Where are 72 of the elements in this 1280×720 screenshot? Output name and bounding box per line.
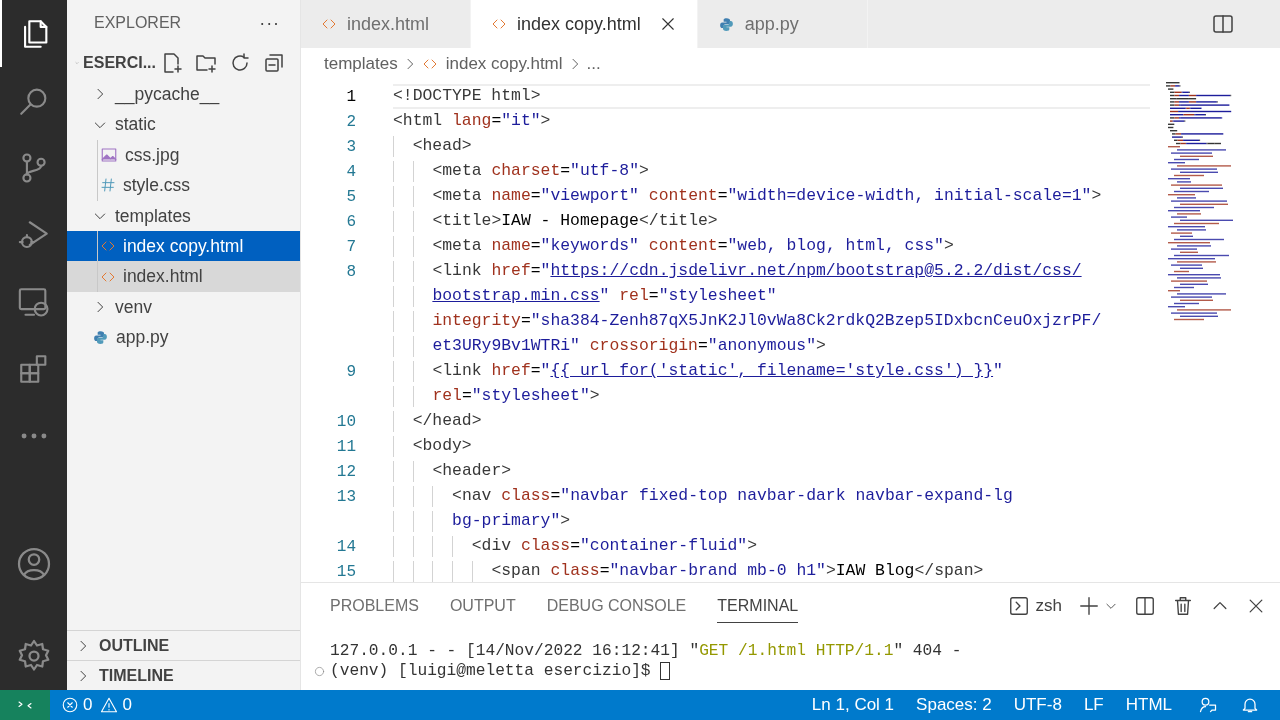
status-item[interactable]: HTML [1125, 692, 1172, 718]
line-number: 15 [335, 561, 356, 582]
line-number: 4 [345, 161, 356, 183]
line-number: 2 [345, 111, 356, 133]
code-line: bootstrap.min.css" rel="stylesheet" [432, 285, 777, 308]
image-icon [100, 145, 118, 164]
hash-icon [100, 177, 116, 194]
line-number: 8 [345, 261, 356, 283]
folder-header[interactable]: ESERCI... [83, 50, 156, 75]
code-line: <head> [412, 135, 472, 158]
line-number: 9 [345, 361, 356, 383]
problems-status[interactable]: 0 0 [59, 692, 134, 718]
code-line: et3URy9Bv1WTRi" crossorigin="anonymous"> [432, 335, 826, 358]
code-line: <link href="{{ url_for('static', filename='style.css') }}" [432, 360, 1003, 383]
code-line: integrity="sha384-Zenh87qX5JnK2Jl0vWa8Ck2rdkQ2Bzep5IDxbcnCeuOxjzrPF/ [432, 310, 1102, 333]
line-number: 14 [335, 536, 356, 558]
line-number: 11 [335, 436, 356, 458]
line-number: 1 [345, 86, 356, 108]
code-line: <span class="navbar-brand mb-0 h1">IAW Blog</span> [491, 560, 984, 582]
editor-tab[interactable]: index copy.html [471, 0, 698, 48]
terminal-selector[interactable]: zsh [1007, 593, 1062, 619]
panel-tab[interactable]: DEBUG CONSOLE [546, 589, 687, 623]
error-icon [61, 696, 79, 714]
status-item[interactable]: Ln 1, Col 1 [811, 692, 895, 718]
status-item[interactable]: LF [1083, 692, 1104, 718]
terminal-cursor [660, 662, 671, 680]
code-line: rel="stylesheet"> [432, 385, 600, 408]
status-item[interactable]: UTF-8 [1013, 692, 1062, 718]
sidebar-title: EXPLORER [94, 13, 182, 33]
code-line: bg-primary"> [452, 510, 571, 533]
line-number: 10 [335, 411, 356, 433]
account-icon[interactable] [15, 546, 52, 582]
panel-tab[interactable]: PROBLEMS [330, 589, 419, 623]
line-number: 6 [345, 211, 356, 233]
code-line: <title>IAW - Homepage</title> [432, 210, 718, 233]
code-line: </head> [412, 410, 482, 433]
python-icon [92, 328, 109, 346]
python-icon [717, 15, 735, 33]
plus-icon[interactable] [1078, 595, 1100, 617]
breadcrumb-item[interactable]: index copy.html [421, 51, 563, 77]
terminal-line: (venv) [luigi@meletta esercizio]$ [330, 660, 652, 682]
more-actions-button[interactable]: ··· [259, 9, 280, 37]
feedback-icon[interactable] [1198, 695, 1218, 715]
code-line: <!DOCTYPE html> [393, 85, 541, 108]
panel-tab[interactable]: TERMINAL [717, 589, 799, 623]
trash-icon[interactable] [1172, 595, 1194, 617]
split-editor-icon[interactable] [1211, 12, 1235, 36]
line-number: 13 [335, 486, 356, 508]
code-line: <meta name="keywords" content="web, blog, html, css"> [432, 235, 954, 258]
code-line: <div class="container-fluid"> [471, 535, 758, 558]
panel-tab[interactable]: OUTPUT [449, 589, 516, 623]
code-line: <body> [412, 435, 472, 458]
warning-icon [100, 696, 119, 714]
tree-item[interactable]: index copy.html [67, 230, 300, 262]
section-header[interactable]: OUTLINE [67, 630, 300, 660]
code-line: <meta name="viewport" content="width=device-width, initial-scale=1"> [432, 185, 1102, 208]
code-line: <nav class="navbar fixed-top navbar-dark navbar-expand-lg [452, 485, 1013, 508]
tree-item[interactable]: index.html [67, 261, 300, 292]
breadcrumb-item[interactable]: ... [586, 51, 601, 77]
breadcrumb-item[interactable]: templates [324, 51, 398, 77]
terminal-icon [1007, 595, 1030, 617]
line-number: 12 [335, 461, 356, 483]
line-number: 5 [345, 186, 356, 208]
code-line: <link href="https://cdn.jsdelivr.net/npm/bootstrap@5.2.2/dist/css/ [432, 260, 1082, 283]
split-terminal-icon[interactable] [1134, 595, 1156, 617]
code-line: <html lang="it"> [393, 110, 551, 133]
code-line: <header> [432, 460, 512, 483]
line-number: 3 [345, 136, 356, 158]
code-line: <meta charset="utf-8"> [432, 160, 649, 183]
status-item[interactable]: Spaces: 2 [916, 692, 992, 718]
line-number: 7 [345, 236, 356, 258]
terminal-line: 127.0.0.1 - - [14/Nov/2022 16:12:41] "GET /1.html HTTP/1.1" 404 - [330, 640, 962, 662]
